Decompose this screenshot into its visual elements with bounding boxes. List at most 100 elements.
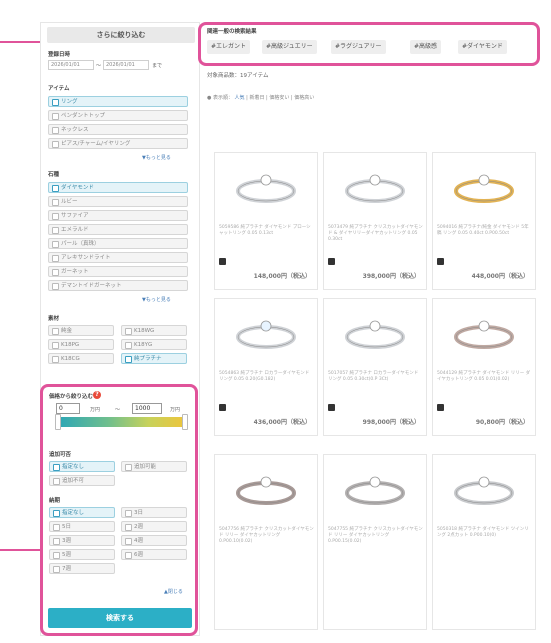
delivery-option-5w[interactable]: 5週 [49, 549, 115, 560]
product-card[interactable]: 5059586 純プラチナ ダイヤモンド プローシャットリング 0.05 0.1… [214, 152, 318, 290]
stone-option-emerald[interactable]: エメラルド [48, 224, 188, 235]
stone-option-ruby[interactable]: ルビー [48, 196, 188, 207]
product-name[interactable]: 5054863 純プラチナ ロカラーダイヤモンド リング 0.05 0.20(G… [219, 371, 315, 383]
item-option-pierce[interactable]: ピアス/チャーム/イヤリング [48, 138, 188, 149]
price-min-unit: 万円 [90, 407, 101, 413]
product-card[interactable]: 5047756 純プラチナ クリスカットダイヤモンド リリー ダイヤカットリング… [214, 454, 318, 630]
cart-icon[interactable] [437, 404, 444, 411]
delivery-option-5d[interactable]: 5日 [49, 521, 115, 532]
delivery-option-none[interactable]: 指定なし [49, 507, 115, 518]
product-card[interactable]: 5044129 純プラチナ ダイヤモンド リリー ダイヤカットリング 0.05 … [432, 298, 536, 436]
delivery-option-6w[interactable]: 6週 [121, 549, 187, 560]
item-option-ring[interactable]: リング [48, 96, 188, 107]
search-button[interactable]: 検索する [48, 608, 192, 628]
sort-label: ● 表示順： [207, 95, 233, 101]
delivery-option-7w[interactable]: 7週 [49, 563, 115, 574]
price-max-input[interactable]: 1000 [132, 403, 162, 414]
stone-option-garnet[interactable]: ガーネット [48, 266, 188, 277]
item-label: アイテム [48, 86, 70, 92]
product-name[interactable]: 5094016 純プラチナ/純金 ダイヤモンド 5年稿 リング 0.05 0.4… [437, 225, 533, 237]
stone-label: 石種 [48, 172, 60, 178]
product-name[interactable]: 5044129 純プラチナ ダイヤモンド リリー ダイヤカットリング 0.05 … [437, 371, 533, 383]
stone-option-diamond[interactable]: ダイヤモンド [48, 182, 188, 193]
product-card[interactable]: 5050318 純プラチナ ダイヤモンド ツインリング 2点カット 0.P00.… [432, 454, 536, 630]
material-option-gold[interactable]: 純金 [48, 325, 114, 336]
product-name[interactable]: 5050318 純プラチナ ダイヤモンド ツインリング 2点カット 0.P00.… [437, 527, 533, 539]
cart-icon[interactable] [219, 404, 226, 411]
product-name[interactable]: 5017057 純プラチナ ロカラーダイヤモンド リング 0.05 0.30ct… [328, 371, 424, 383]
price-slider-min-handle[interactable] [55, 414, 61, 430]
cart-icon[interactable] [328, 258, 335, 265]
product-price: 448,000円（税込） [471, 273, 529, 280]
product-image[interactable] [324, 299, 426, 369]
material-option-k18pg[interactable]: K18PG [48, 339, 114, 350]
product-price: 398,000円（税込） [362, 273, 420, 280]
material-option-k18cg[interactable]: K18CG [48, 353, 114, 364]
engrave-option-none[interactable]: 指定なし [49, 461, 115, 472]
period-label: 登録日時 [48, 52, 71, 58]
engrave-option-impossible[interactable]: 追加不可 [49, 475, 115, 486]
price-min-input[interactable]: 0 [56, 403, 80, 414]
cart-icon[interactable] [328, 404, 335, 411]
keyword-tag[interactable]: #ダイヤモンド [458, 40, 507, 54]
product-image[interactable] [433, 455, 535, 525]
callout-line-top [0, 41, 42, 43]
cart-icon[interactable] [219, 258, 226, 265]
product-image[interactable] [215, 153, 317, 223]
material-label: 素材 [48, 316, 60, 322]
material-option-k18yg[interactable]: K18YG [121, 339, 187, 350]
stone-more-link[interactable]: ▼もっと見る [142, 296, 171, 303]
product-image[interactable] [433, 299, 535, 369]
product-card[interactable]: 5094016 純プラチナ/純金 ダイヤモンド 5年稿 リング 0.05 0.4… [432, 152, 536, 290]
product-image[interactable] [324, 455, 426, 525]
sort-option-new[interactable]: 新着日 [249, 95, 264, 101]
item-more-link[interactable]: ▼もっと見る [142, 154, 171, 161]
keyword-tag[interactable]: #ラグジュアリー [331, 40, 386, 54]
product-card[interactable]: 5054863 純プラチナ ロカラーダイヤモンド リング 0.05 0.20(G… [214, 298, 318, 436]
sort-option-popular[interactable]: 人気 [235, 95, 245, 101]
product-card[interactable]: 5047755 純プラチナ クリスカットダイヤモンド リリー ダイヤカットリング… [323, 454, 427, 630]
material-option-k18wg[interactable]: K18WG [121, 325, 187, 336]
date-separator: 〜 [96, 63, 102, 69]
keyword-tag[interactable]: #高級ジュエリー [262, 40, 317, 54]
stone-option-sapphire[interactable]: サファイア [48, 210, 188, 221]
help-icon[interactable]: ? [93, 391, 101, 399]
product-price: 998,000円（税込） [362, 419, 420, 426]
product-image[interactable] [433, 153, 535, 223]
date-from-input[interactable]: 2026/01/01 [48, 60, 94, 70]
item-option-necklace[interactable]: ネックレス [48, 124, 188, 135]
stone-option-alexandrite[interactable]: アレキサンドライト [48, 252, 188, 263]
product-name[interactable]: 5059586 純プラチナ ダイヤモンド プローシャットリング 0.05 0.1… [219, 225, 315, 237]
delivery-option-3d[interactable]: 3日 [121, 507, 187, 518]
item-option-pendant[interactable]: ペンダントトップ [48, 110, 188, 121]
product-name[interactable]: 5047756 純プラチナ クリスカットダイヤモンド リリー ダイヤカットリング… [219, 527, 315, 545]
delivery-option-3w[interactable]: 3週 [49, 535, 115, 546]
product-card[interactable]: 5073479 純プラチナ クリスカットダイヤモンド & ダイヤリリーダイヤカッ… [323, 152, 427, 290]
keyword-tag[interactable]: #エレガント [207, 40, 251, 54]
delivery-option-4w[interactable]: 4週 [121, 535, 187, 546]
close-filter-link[interactable]: ▲閉じる [164, 588, 183, 595]
stone-option-demantoid[interactable]: デマントイドガーネット [48, 280, 188, 291]
keyword-tag[interactable]: #高級感 [410, 40, 442, 54]
sort-option-price-high[interactable]: 価格高い [294, 95, 314, 101]
product-image[interactable] [215, 299, 317, 369]
product-price: 148,000円（税込） [253, 273, 311, 280]
product-image[interactable] [215, 455, 317, 525]
date-to-input[interactable]: 2026/01/01 [103, 60, 149, 70]
price-slider-max-handle[interactable] [182, 414, 188, 430]
product-name[interactable]: 5047755 純プラチナ クリスカットダイヤモンド リリー ダイヤカットリング… [328, 527, 424, 545]
results-count: 対象商品数：19アイテム [207, 73, 269, 79]
sort-bar: ● 表示順： 人気 | 新着日 | 価格安い | 価格高い [207, 95, 315, 101]
stone-option-pearl[interactable]: パール（真珠） [48, 238, 188, 249]
sort-option-price-low[interactable]: 価格安い [269, 95, 289, 101]
product-image[interactable] [324, 153, 426, 223]
delivery-option-2w[interactable]: 2週 [121, 521, 187, 532]
engrave-option-possible[interactable]: 追加可能 [121, 461, 187, 472]
price-filter-title: 価格から絞り込む [49, 394, 94, 400]
product-card[interactable]: 5017057 純プラチナ ロカラーダイヤモンド リング 0.05 0.30ct… [323, 298, 427, 436]
material-option-platinum[interactable]: 純プラチナ [121, 353, 187, 364]
cart-icon[interactable] [437, 258, 444, 265]
product-name[interactable]: 5073479 純プラチナ クリスカットダイヤモンド & ダイヤリリーダイヤカッ… [328, 225, 424, 243]
callout-line-bottom [0, 549, 42, 551]
price-range-slider[interactable] [56, 417, 188, 427]
